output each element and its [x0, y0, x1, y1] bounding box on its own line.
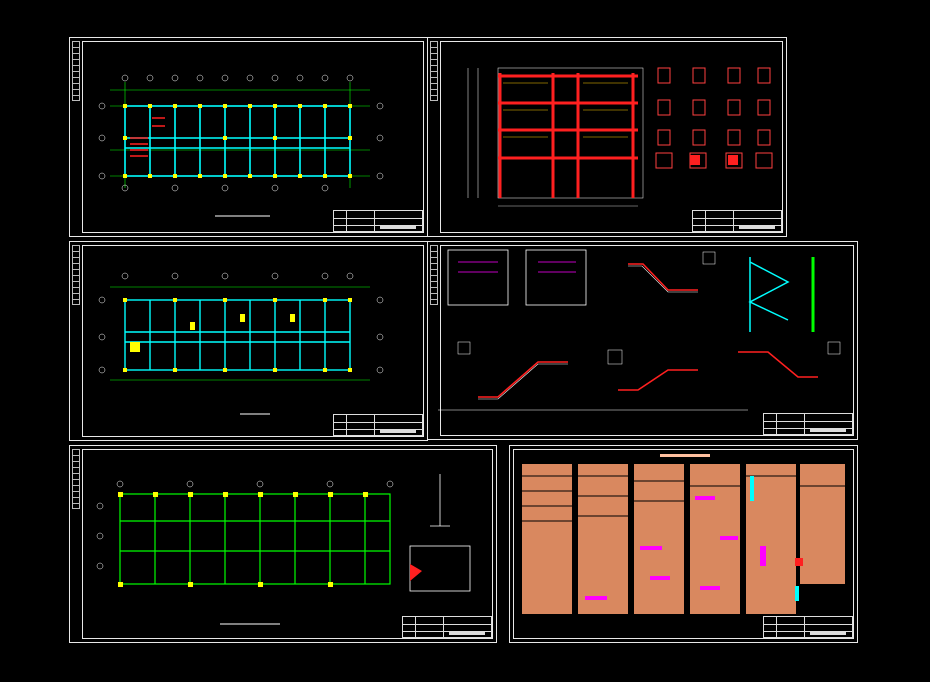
title-block	[763, 413, 853, 435]
structural-notes-drawing	[522, 454, 845, 614]
drawing-sheet-structural-notes[interactable]	[509, 445, 858, 643]
drawing-sheet-foundation-plan[interactable]	[69, 445, 497, 643]
title-block	[692, 210, 782, 232]
stair-details-drawing	[438, 249, 841, 411]
title-block	[763, 616, 853, 638]
foundation-plan-drawing	[96, 474, 471, 625]
title-block	[333, 414, 423, 436]
drawing-sheet-floor-plan-1[interactable]	[69, 37, 428, 237]
drawing-sheet-stair-details[interactable]	[427, 241, 858, 440]
drawing-sheet-floor-plan-2[interactable]	[69, 241, 428, 441]
frame-elevation-drawing	[467, 67, 773, 207]
drawing-sheet-frame-elevation[interactable]	[427, 37, 787, 237]
floor-plan-2-drawing	[98, 272, 384, 415]
title-block	[333, 210, 423, 232]
floor-plan-1-drawing	[98, 74, 384, 217]
title-block	[402, 616, 492, 638]
